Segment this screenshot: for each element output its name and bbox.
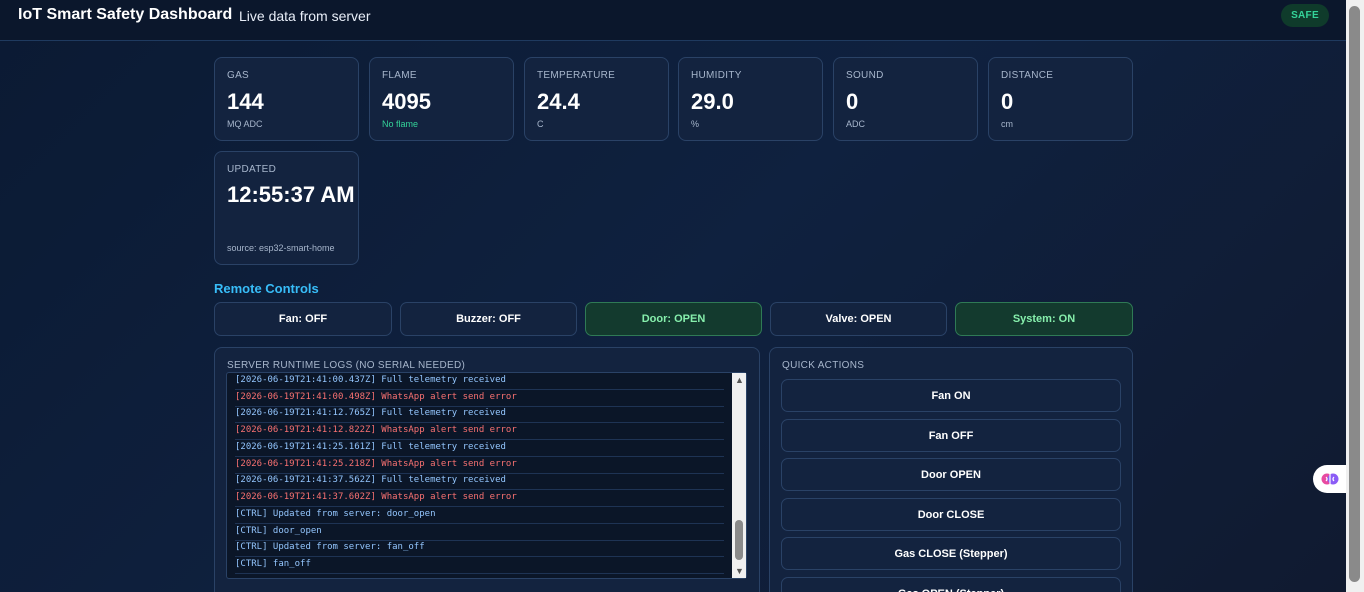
log-line: [CTRL] Updated from server: fan_off (235, 540, 724, 557)
log-viewer[interactable]: [2026-06-19T21:41:00.437Z] Full telemetr… (226, 372, 747, 579)
sensor-value: 0 (1001, 89, 1014, 114)
log-line: [2026-06-19T21:41:12.765Z] Full telemetr… (235, 406, 724, 423)
sensor-card-temperature: TEMPERATURE 24.4 C (524, 57, 669, 141)
sensor-card-humidity: HUMIDITY 29.0 % (678, 57, 823, 141)
valve-toggle-button[interactable]: Valve: OPEN (770, 302, 947, 336)
page-scroll-thumb[interactable] (1349, 6, 1360, 582)
log-line: [2026-06-19T21:41:12.822Z] WhatsApp aler… (235, 423, 724, 440)
sensor-value: 4095 (382, 89, 431, 114)
door-toggle-button[interactable]: Door: OPEN (585, 302, 762, 336)
brain-icon (1321, 473, 1339, 485)
log-line: [2026-06-19T21:41:37.602Z] WhatsApp aler… (235, 490, 724, 507)
sensor-card-gas: GAS 144 MQ ADC (214, 57, 359, 141)
scroll-down-icon[interactable]: ▼ (735, 566, 744, 576)
log-line: [CTRL] fan_off (235, 557, 724, 574)
updated-card: UPDATED 12:55:37 AM source: esp32-smart-… (214, 151, 359, 265)
sensor-value: 24.4 (537, 89, 580, 114)
fan-on-button[interactable]: Fan ON (781, 379, 1121, 412)
door-close-button[interactable]: Door CLOSE (781, 498, 1121, 531)
status-badge: SAFE (1281, 4, 1329, 27)
sensor-unit: MQ ADC (227, 119, 263, 129)
sensor-unit: ADC (846, 119, 866, 129)
updated-label: UPDATED (227, 164, 277, 175)
sensor-unit: % (691, 119, 700, 129)
sensor-card-distance: DISTANCE 0 cm (988, 57, 1133, 141)
system-toggle-button[interactable]: System: ON (955, 302, 1133, 336)
sensor-value: 0 (846, 89, 859, 114)
top-bar: IoT Smart Safety Dashboard Live data fro… (0, 0, 1346, 41)
gas-open-stepper-button[interactable]: Gas OPEN (Stepper) (781, 577, 1121, 592)
log-scroll-thumb[interactable] (735, 520, 743, 560)
door-open-button[interactable]: Door OPEN (781, 458, 1121, 491)
sensor-value: 144 (227, 89, 264, 114)
assistant-widget[interactable] (1313, 465, 1347, 493)
log-line: [CTRL] Updated from server: door_open (235, 507, 724, 524)
log-line: [2026-06-19T21:41:25.161Z] Full telemetr… (235, 440, 724, 457)
updated-time: 12:55:37 AM (227, 182, 355, 207)
log-line: [2026-06-19T21:41:00.437Z] Full telemetr… (235, 373, 724, 390)
sensor-unit: No flame (382, 119, 419, 129)
quick-actions-title: QUICK ACTIONS (782, 360, 865, 371)
sensor-label: FLAME (382, 70, 417, 81)
sensor-label: SOUND (846, 70, 884, 81)
logs-title: SERVER RUNTIME LOGS (NO SERIAL NEEDED) (227, 360, 466, 371)
remote-controls-title: Remote Controls (214, 281, 319, 296)
sensor-card-sound: SOUND 0 ADC (833, 57, 978, 141)
gas-close-stepper-button[interactable]: Gas CLOSE (Stepper) (781, 537, 1121, 570)
updated-source: source: esp32-smart-home (227, 243, 335, 253)
fan-off-button[interactable]: Fan OFF (781, 419, 1121, 452)
log-line: [2026-06-19T21:41:00.498Z] WhatsApp aler… (235, 390, 724, 407)
app-subtitle: Live data from server (239, 8, 371, 24)
sensor-unit: C (537, 119, 544, 129)
log-line: [2026-06-19T21:41:25.218Z] WhatsApp aler… (235, 457, 724, 474)
buzzer-toggle-button[interactable]: Buzzer: OFF (400, 302, 577, 336)
log-line: [2026-06-19T21:41:37.562Z] Full telemetr… (235, 473, 724, 490)
scroll-up-icon[interactable]: ▲ (735, 375, 744, 385)
sensor-value: 29.0 (691, 89, 734, 114)
sensor-label: TEMPERATURE (537, 70, 616, 81)
app-title: IoT Smart Safety Dashboard (18, 6, 233, 23)
sensor-label: GAS (227, 70, 250, 81)
log-line: [CTRL] door_open (235, 524, 724, 541)
fan-toggle-button[interactable]: Fan: OFF (214, 302, 392, 336)
log-scrollbar[interactable]: ▲ ▼ (732, 373, 746, 578)
sensor-label: DISTANCE (1001, 70, 1054, 81)
sensor-unit: cm (1001, 119, 1013, 129)
sensor-card-flame: FLAME 4095 No flame (369, 57, 514, 141)
sensor-label: HUMIDITY (691, 70, 742, 81)
